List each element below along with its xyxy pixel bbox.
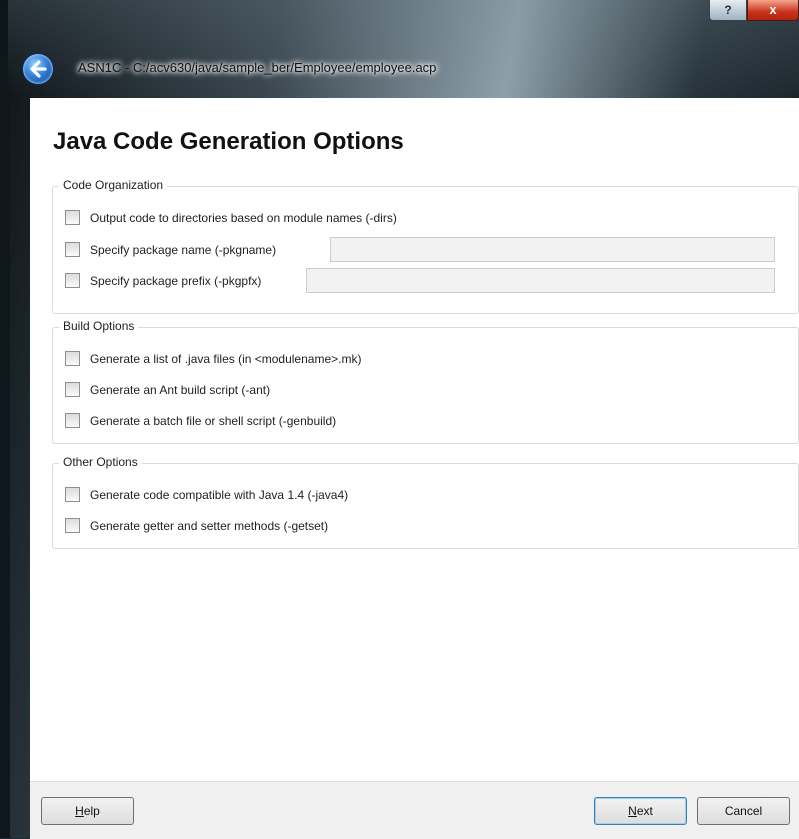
ant-option[interactable]: Generate an Ant build script (-ant) — [65, 382, 270, 397]
wizard-page: Java Code Generation Options Code Organi… — [30, 98, 799, 839]
group-title: Build Options — [59, 319, 139, 333]
next-label: ext — [636, 804, 653, 818]
other-options-group: Other Options Generate code compatible w… — [52, 455, 799, 549]
javalist-option[interactable]: Generate a list of .java files (in <modu… — [65, 351, 361, 366]
ant-label: Generate an Ant build script (-ant) — [90, 382, 271, 397]
title-bar: ASN1C - C:/acv630/java/sample_ber/Employ… — [8, 0, 799, 95]
dirs-label: Output code to directories based on modu… — [90, 210, 397, 225]
java4-checkbox[interactable] — [65, 487, 80, 502]
getset-label: Generate getter and setter methods (-get… — [90, 518, 329, 533]
dirs-option[interactable]: Output code to directories based on modu… — [65, 210, 397, 225]
pkgpfx-input[interactable] — [306, 268, 775, 293]
help-label: elp — [83, 804, 100, 818]
genbuild-checkbox[interactable] — [65, 413, 80, 428]
group-title: Code Organization — [59, 178, 168, 192]
javalist-checkbox[interactable] — [65, 351, 80, 366]
javalist-label: Generate a list of .java files (in <modu… — [90, 351, 362, 366]
pkgname-label: Specify package name (-pkgname) — [90, 242, 277, 257]
help-caption-button[interactable]: ? — [709, 0, 747, 21]
next-mnemonic: N — [628, 804, 637, 818]
wizard-window: ASN1C - C:/acv630/java/sample_ber/Employ… — [8, 0, 799, 839]
next-button[interactable]: Next — [594, 797, 687, 825]
code-organization-group: Code Organization Output code to directo… — [52, 178, 799, 314]
page-title: Java Code Generation Options — [53, 128, 404, 155]
back-arrow-icon — [30, 60, 47, 78]
genbuild-label: Generate a batch file or shell script (-… — [90, 413, 337, 428]
close-caption-button[interactable]: x — [747, 0, 799, 21]
pkgpfx-option[interactable]: Specify package prefix (-pkgpfx) — [65, 273, 261, 288]
back-button[interactable] — [22, 53, 54, 85]
pkgname-checkbox[interactable] — [65, 242, 80, 257]
pkgname-option[interactable]: Specify package name (-pkgname) — [65, 242, 276, 257]
getset-checkbox[interactable] — [65, 518, 80, 533]
getset-option[interactable]: Generate getter and setter methods (-get… — [65, 518, 328, 533]
group-title: Other Options — [59, 455, 142, 469]
window-title: ASN1C - C:/acv630/java/sample_ber/Employ… — [78, 60, 437, 75]
caption-buttons: ? x — [709, 0, 799, 21]
help-button[interactable]: Help — [41, 797, 134, 825]
cancel-button[interactable]: Cancel — [697, 797, 790, 825]
java4-label: Generate code compatible with Java 1.4 (… — [90, 487, 349, 502]
help-mnemonic: H — [75, 804, 84, 818]
build-options-group: Build Options Generate a list of .java f… — [52, 319, 799, 444]
button-bar: Help Next Cancel — [30, 781, 799, 839]
java4-option[interactable]: Generate code compatible with Java 1.4 (… — [65, 487, 348, 502]
ant-checkbox[interactable] — [65, 382, 80, 397]
genbuild-option[interactable]: Generate a batch file or shell script (-… — [65, 413, 336, 428]
pkgpfx-checkbox[interactable] — [65, 273, 80, 288]
pkgpfx-label: Specify package prefix (-pkgpfx) — [90, 273, 262, 288]
pkgname-input[interactable] — [330, 237, 775, 262]
dirs-checkbox[interactable] — [65, 210, 80, 225]
